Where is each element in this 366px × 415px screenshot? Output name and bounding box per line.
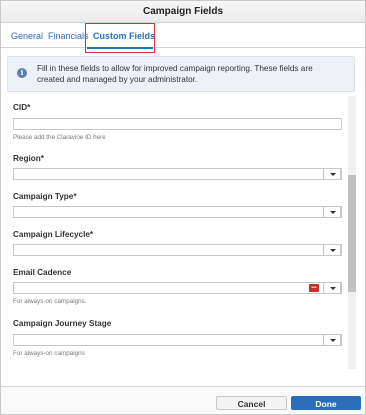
campaign-lifecycle-label: Campaign Lifecycle* <box>13 230 94 239</box>
email-cadence-label: Email Cadence <box>13 268 72 277</box>
tab-bar: General Financials Custom Fields <box>1 23 365 48</box>
cid-input[interactable] <box>13 118 342 130</box>
chevron-down-icon[interactable] <box>323 244 341 256</box>
tab-general[interactable]: General <box>11 29 43 48</box>
campaign-type-label: Campaign Type* <box>13 192 77 201</box>
chevron-down-icon[interactable] <box>323 168 341 180</box>
campaign-fields-dialog: Campaign Fields General Financials Custo… <box>0 0 366 415</box>
email-cadence-select[interactable]: ••• <box>13 282 342 294</box>
info-banner: i Fill in these fields to allow for impr… <box>7 56 355 92</box>
dialog-title: Campaign Fields <box>1 1 365 23</box>
scrollbar-thumb[interactable] <box>348 175 356 292</box>
cid-label: CID* <box>13 103 31 112</box>
info-text: Fill in these fields to allow for improv… <box>37 64 313 84</box>
email-cadence-hint: For always-on campaigns. <box>13 298 87 305</box>
chevron-down-icon[interactable] <box>323 206 341 218</box>
done-button[interactable]: Done <box>291 396 361 410</box>
cid-hint: Please add the Claravine ID here <box>13 134 106 141</box>
badge-icon: ••• <box>309 284 319 292</box>
region-select[interactable] <box>13 168 342 180</box>
info-icon: i <box>17 68 27 78</box>
chevron-down-icon[interactable] <box>323 334 341 346</box>
custom-fields-form: CID* Please add the Claravine ID here Re… <box>7 96 351 381</box>
journey-stage-hint: For always-on campaigns <box>13 350 85 357</box>
campaign-type-select[interactable] <box>13 206 342 218</box>
campaign-lifecycle-select[interactable] <box>13 244 342 256</box>
tab-financials[interactable]: Financials <box>48 29 89 48</box>
journey-stage-label: Campaign Journey Stage <box>13 319 112 328</box>
journey-stage-select[interactable] <box>13 334 342 346</box>
region-label: Region* <box>13 154 44 163</box>
active-tab-indicator <box>87 47 153 49</box>
tab-custom-fields[interactable]: Custom Fields <box>93 29 155 48</box>
chevron-down-icon[interactable] <box>323 282 341 294</box>
cancel-button[interactable]: Cancel <box>216 396 287 410</box>
